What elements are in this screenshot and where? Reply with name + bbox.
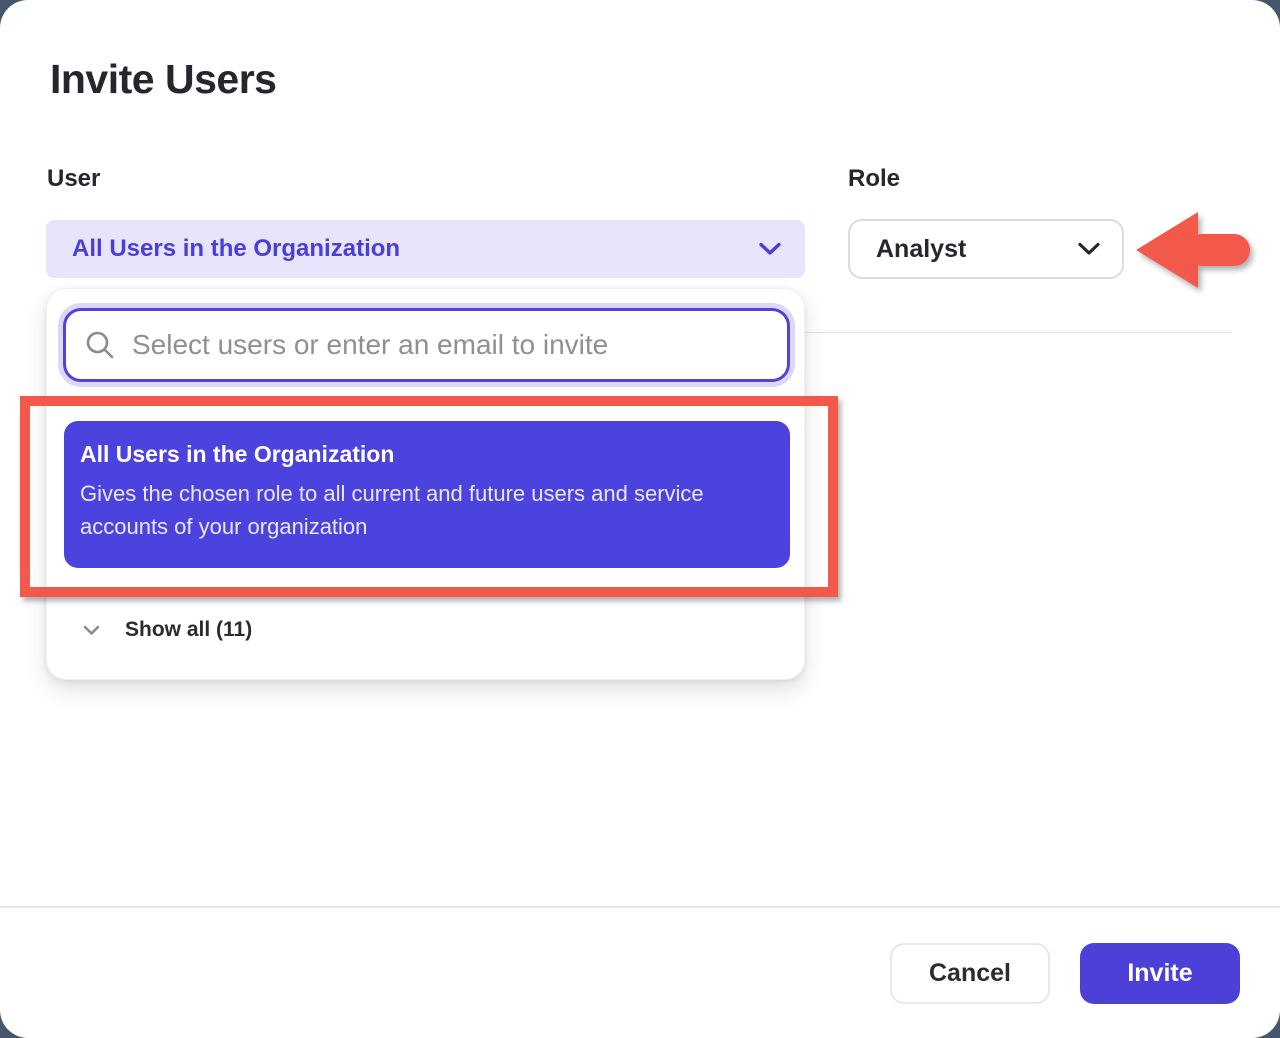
show-all-toggle[interactable]: Show all (11) bbox=[47, 607, 804, 653]
user-select-value: All Users in the Organization bbox=[72, 235, 759, 263]
option-title: All Users in the Organization bbox=[80, 441, 772, 468]
invite-users-dialog: Invite Users User Role All Users in the … bbox=[0, 0, 1280, 1038]
annotation-arrow-left-icon bbox=[1134, 204, 1254, 301]
footer-divider bbox=[0, 906, 1280, 908]
user-dropdown-panel: All Users in the Organization Gives the … bbox=[46, 288, 805, 680]
chevron-down-icon bbox=[83, 625, 100, 636]
user-search-input[interactable] bbox=[132, 329, 767, 361]
dropdown-option-all-users[interactable]: All Users in the Organization Gives the … bbox=[64, 421, 790, 568]
page-title: Invite Users bbox=[50, 56, 276, 103]
option-description: Gives the chosen role to all current and… bbox=[80, 477, 760, 543]
search-icon bbox=[84, 329, 116, 361]
chevron-down-icon bbox=[1078, 242, 1100, 256]
user-field-label: User bbox=[47, 165, 100, 193]
chevron-down-icon bbox=[759, 242, 781, 256]
role-select-value: Analyst bbox=[876, 235, 1078, 264]
invite-button[interactable]: Invite bbox=[1080, 943, 1240, 1004]
cancel-button[interactable]: Cancel bbox=[890, 943, 1050, 1004]
user-search-box[interactable] bbox=[63, 308, 790, 382]
role-field-label: Role bbox=[848, 165, 900, 193]
role-select-trigger[interactable]: Analyst bbox=[848, 219, 1124, 279]
user-select-trigger[interactable]: All Users in the Organization bbox=[46, 220, 805, 278]
show-all-label: Show all (11) bbox=[125, 618, 252, 642]
